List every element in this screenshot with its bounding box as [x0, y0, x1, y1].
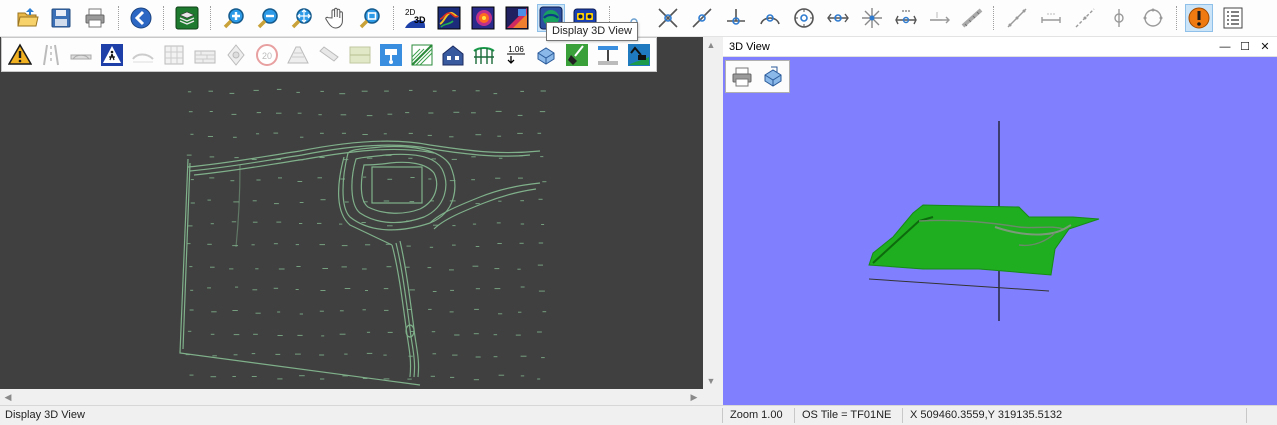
plan-view-canvas[interactable]: [0, 37, 703, 389]
scroll-up-icon[interactable]: ▲: [703, 37, 719, 53]
snap-extend-icon[interactable]: [926, 4, 954, 32]
manhole-icon[interactable]: [222, 41, 249, 68]
view3d-panel: 3D View — ☐ ✕: [723, 37, 1277, 405]
snap-along-icon[interactable]: [958, 4, 986, 32]
fence-icon[interactable]: [470, 41, 497, 68]
minimize-icon[interactable]: —: [1217, 37, 1233, 57]
status-separator: [722, 408, 723, 423]
draw-point-icon[interactable]: [1105, 4, 1133, 32]
view3d-title: 3D View: [729, 41, 770, 53]
hazard-warning-icon[interactable]: [6, 41, 33, 68]
close-icon[interactable]: ✕: [1257, 37, 1273, 57]
speed-limit-label: 20: [261, 51, 271, 61]
building-grid-icon[interactable]: [160, 41, 187, 68]
view3d-toolbar: [725, 60, 790, 93]
floating-toolbar: 20 1.06: [1, 37, 657, 72]
elevation-heatmap-icon[interactable]: [469, 4, 497, 32]
excavator-icon[interactable]: [625, 41, 652, 68]
cursor-coordinates: X 509460.3559,Y 319135.5132: [910, 409, 1063, 421]
terrain-surface: [868, 204, 1100, 276]
spot-level-label: 1.06: [508, 45, 524, 54]
tank-icon[interactable]: [532, 41, 559, 68]
pedestrian-crossing-icon[interactable]: [98, 41, 125, 68]
scroll-down-icon[interactable]: ▼: [703, 373, 719, 389]
terrain-model: [868, 121, 1100, 321]
3d-object-icon[interactable]: [759, 63, 786, 90]
pipe-icon[interactable]: [315, 41, 342, 68]
house-icon[interactable]: [439, 41, 466, 68]
snap-nearest-icon[interactable]: [858, 4, 886, 32]
status-separator: [902, 408, 903, 423]
signpost-icon[interactable]: [594, 41, 621, 68]
draw-line-icon[interactable]: [1003, 4, 1031, 32]
status-message: Display 3D View: [5, 409, 85, 421]
drainage-outlet-icon[interactable]: [377, 41, 404, 68]
draw-dimension-icon[interactable]: [1037, 4, 1065, 32]
kerb-icon[interactable]: [129, 41, 156, 68]
embankment-icon[interactable]: [284, 41, 311, 68]
draw-polyline-icon[interactable]: [1071, 4, 1099, 32]
toggle-2d-3d-icon[interactable]: 2D 3D: [401, 4, 429, 32]
snap-centre-icon[interactable]: [790, 4, 818, 32]
contour-map-icon[interactable]: [435, 4, 463, 32]
zoom-window-icon[interactable]: [356, 4, 384, 32]
road-markings-icon[interactable]: [37, 41, 64, 68]
application-window: 2D 3D Display 3D View 20 1.06 ▲ ▼ ◀ ▶ 3D…: [0, 0, 1277, 425]
zoom-level: Zoom 1.00: [730, 409, 783, 421]
draw-circle-icon[interactable]: [1139, 4, 1167, 32]
retaining-wall-icon[interactable]: [191, 41, 218, 68]
back-arrow-icon[interactable]: [127, 4, 155, 32]
snap-perpendicular-icon[interactable]: [722, 4, 750, 32]
snap-arc-icon[interactable]: [756, 4, 784, 32]
speed-limit-icon[interactable]: 20: [253, 41, 280, 68]
save-icon[interactable]: [47, 4, 75, 32]
site-boundary: [179, 140, 541, 386]
snap-distance-icon[interactable]: [892, 4, 920, 32]
status-separator: [794, 408, 795, 423]
snap-on-line-icon[interactable]: [688, 4, 716, 32]
plan-horizontal-scrollbar[interactable]: ◀ ▶: [0, 389, 703, 405]
excavate-spade-icon[interactable]: [563, 41, 590, 68]
snap-intersection-icon[interactable]: [654, 4, 682, 32]
zoom-in-icon[interactable]: [220, 4, 248, 32]
plan-vertical-scrollbar[interactable]: ▲ ▼: [703, 37, 719, 389]
spot-level-icon[interactable]: 1.06: [501, 41, 528, 68]
plan-drawing: [179, 88, 547, 386]
layers-icon[interactable]: [173, 4, 201, 32]
print-3d-icon[interactable]: [728, 63, 755, 90]
toolbar-separator: [1176, 6, 1177, 30]
survey-dots: [185, 88, 547, 381]
main-toolbar: 2D 3D: [0, 0, 1277, 37]
terrain-layer-icon[interactable]: [346, 41, 373, 68]
slope-hatch-icon[interactable]: [408, 41, 435, 68]
properties-list-icon[interactable]: [1219, 4, 1247, 32]
snap-midpoint-icon[interactable]: [824, 4, 852, 32]
maximize-icon[interactable]: ☐: [1237, 37, 1253, 57]
open-folder-icon[interactable]: [14, 4, 42, 32]
toolbar-separator: [163, 6, 164, 30]
label-3d: 3D: [414, 15, 426, 25]
print-icon[interactable]: [81, 4, 109, 32]
scroll-right-icon[interactable]: ▶: [686, 389, 702, 405]
zoom-extents-icon[interactable]: [288, 4, 316, 32]
zoom-out-icon[interactable]: [254, 4, 282, 32]
toolbar-separator: [393, 6, 394, 30]
toolbar-separator: [118, 6, 119, 30]
view3d-title-bar: 3D View — ☐ ✕: [723, 37, 1277, 57]
status-bar: Display 3D View Zoom 1.00 OS Tile = TF01…: [0, 405, 1277, 425]
surface-colour-icon[interactable]: [503, 4, 531, 32]
pan-hand-icon[interactable]: [322, 4, 350, 32]
scroll-left-icon[interactable]: ◀: [0, 389, 16, 405]
x-axis-line: [868, 278, 1050, 292]
toolbar-separator: [210, 6, 211, 30]
status-separator: [1246, 408, 1247, 423]
bridge-icon[interactable]: [67, 41, 94, 68]
os-tile: OS Tile = TF01NE: [802, 409, 892, 421]
toolbar-separator: [993, 6, 994, 30]
warning-alert-icon[interactable]: [1185, 4, 1213, 32]
tooltip: Display 3D View: [546, 22, 638, 41]
